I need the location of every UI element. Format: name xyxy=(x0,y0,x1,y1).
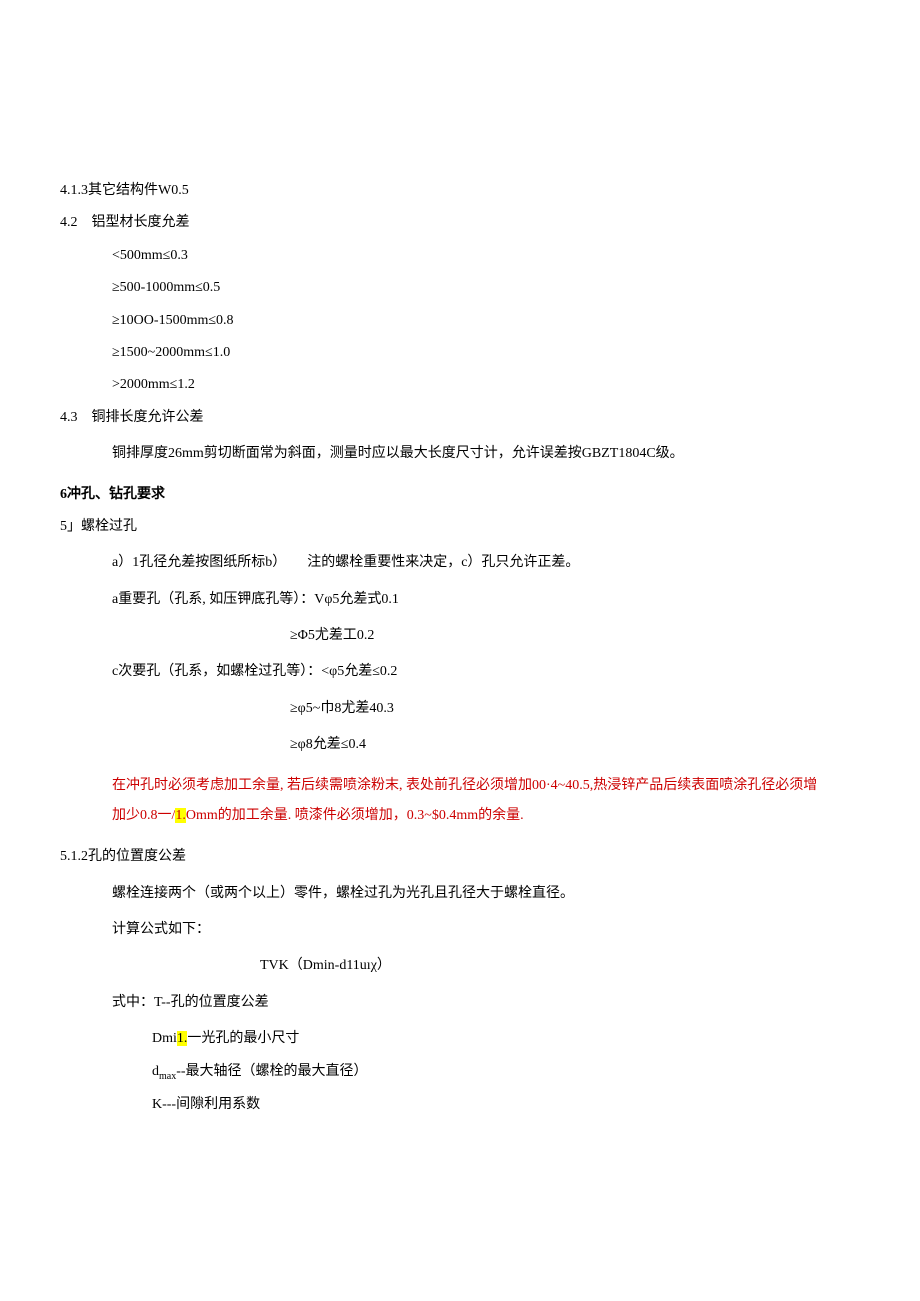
dmax-label-a: d xyxy=(152,1064,159,1079)
section-4-3-title: 4.3 铜排长度允许公差 xyxy=(60,407,860,429)
section-5-heading: 6冲孔、钻孔要求 xyxy=(60,484,860,506)
s42-range-1: <500mm≤0.3 xyxy=(60,245,860,267)
s42-range-2: ≥500-1000mm≤0.5 xyxy=(60,277,860,299)
section-5-1-2-title: 5.1.2孔的位置度公差 xyxy=(60,846,860,868)
document-page: 4.1.3其它结构件W0.5 4.2 铝型材长度允差 <500mm≤0.3 ≥5… xyxy=(0,0,920,1301)
section-4-3-body: 铜排厚度26mm剪切断面常为斜面，测量时应以最大长度尺寸计，允许误差按GBZT1… xyxy=(60,443,860,465)
s51-minor-hole-3: ≥φ8允差≤0.4 xyxy=(60,734,860,756)
s51-major-hole: a重要孔（孔系, 如压钾底孔等）：Vφ5允差式0.1 xyxy=(60,589,860,611)
s512-desc: 螺栓连接两个（或两个以上）零件，螺栓过孔为光孔且孔径大于螺栓直径。 xyxy=(60,883,860,905)
section-5-1-title: 5」螺栓过孔 xyxy=(60,516,860,538)
section-4-2-title: 4.2 铝型材长度允差 xyxy=(60,212,860,234)
dmax-subscript: max xyxy=(159,1070,176,1081)
s512-formula: TVK（Dmin-d11uıχ） xyxy=(60,955,860,977)
s42-range-5: >2000mm≤1.2 xyxy=(60,374,860,396)
dmax-label-b: --最大轴径（螺栓的最大直径） xyxy=(176,1064,367,1079)
s512-def-dmax: dmax--最大轴径（螺栓的最大直径） xyxy=(60,1061,860,1085)
s51-red-note: 在冲孔时必须考虑加工余量, 若后续需喷涂粉末, 表处前孔径必须增加00·4~40… xyxy=(60,771,860,833)
s512-def-t: 式中：T--孔的位置度公差 xyxy=(60,992,860,1014)
dmin-highlight: 1. xyxy=(177,1031,188,1046)
section-4-1-3: 4.1.3其它结构件W0.5 xyxy=(60,180,860,202)
red-note-part-b: Omm的加工余量. 喷漆件必须增加，0.3~$0.4mm的余量. xyxy=(186,808,524,823)
s512-def-k: K---间隙利用系数 xyxy=(60,1094,860,1116)
dmin-label-a: Dmi xyxy=(152,1031,177,1046)
s512-def-dmin: Dmi1.一光孔的最小尺寸 xyxy=(60,1028,860,1050)
s51-minor-hole-2: ≥φ5~巾8尤差40.3 xyxy=(60,698,860,720)
s51-clause-a: a）1孔径允差按图纸所标b） 注的螺栓重要性来决定，c）孔只允许正差。 xyxy=(60,552,860,574)
s42-range-3: ≥10OO-1500mm≤0.8 xyxy=(60,310,860,332)
dmin-label-b: 一光孔的最小尺寸 xyxy=(187,1031,299,1046)
s51-major-hole-2: ≥Φ5尤差工0.2 xyxy=(60,625,860,647)
red-note-highlight: 1. xyxy=(175,808,186,823)
s512-formula-intro: 计算公式如下： xyxy=(60,919,860,941)
s51-minor-hole: c次要孔（孔系，如螺栓过孔等）：<φ5允差≤0.2 xyxy=(60,661,860,683)
s42-range-4: ≥1500~2000mm≤1.0 xyxy=(60,342,860,364)
